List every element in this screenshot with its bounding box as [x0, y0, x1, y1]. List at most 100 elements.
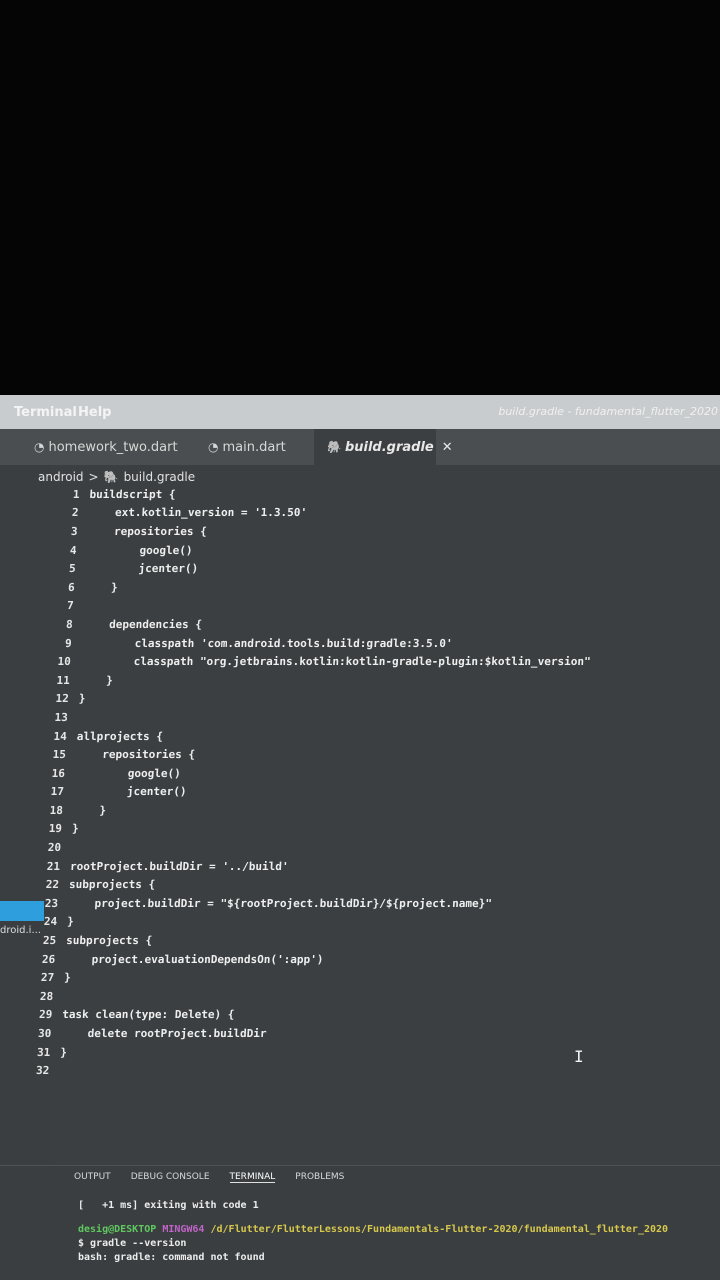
terminal-error: bash: gradle: command not found [78, 1252, 265, 1263]
code-line[interactable]: 1 buildscript { [49, 485, 720, 504]
code-text: } [84, 580, 119, 594]
line-number: 20 [47, 841, 62, 855]
code-text: } [59, 1045, 68, 1059]
window-title: build.gradle - fundamental_flutter_2020 [498, 405, 718, 418]
line-number: 10 [57, 655, 72, 669]
breadcrumb-folder[interactable]: android [38, 470, 84, 484]
code-line[interactable]: 22 subprojects { [29, 875, 700, 894]
code-text: ext.kotlin_version = '1.3.50' [88, 506, 308, 520]
bottom-panel: OUTPUT DEBUG CONSOLE TERMINAL PROBLEMS [… [0, 1165, 720, 1280]
code-line[interactable]: 28 [23, 987, 694, 1006]
code-line[interactable]: 12} [38, 690, 709, 709]
code-text: jcenter() [85, 562, 199, 576]
code-text: google() [86, 543, 193, 557]
code-line[interactable]: 29 task clean(type: Delete) { [22, 1006, 693, 1025]
line-number: 30 [37, 1027, 52, 1041]
panel-tabs: OUTPUT DEBUG CONSOLE TERMINAL PROBLEMS [74, 1172, 344, 1183]
line-number: 6 [67, 580, 75, 594]
code-text: } [79, 673, 114, 687]
code-line[interactable]: 25 subprojects { [26, 931, 697, 950]
line-number: 7 [66, 599, 75, 613]
gradle-icon: 🐘 [103, 470, 119, 484]
code-text: classpath 'com.android.tools.build:gradl… [81, 636, 453, 650]
code-line[interactable]: 21 rootProject.buildDir = '../build' [30, 857, 701, 876]
code-line[interactable]: 23 project.buildDir = "${rootProject.bui… [28, 894, 699, 913]
line-number: 31 [36, 1045, 51, 1059]
code-line[interactable]: 3 repositories { [47, 522, 718, 541]
tab-problems[interactable]: PROBLEMS [295, 1172, 344, 1183]
line-number: 25 [42, 934, 57, 948]
code-line[interactable]: 16 google() [34, 764, 705, 783]
gradle-icon: 🐘 [326, 440, 341, 454]
line-number: 19 [48, 822, 63, 836]
code-line[interactable]: 32 [19, 1061, 690, 1080]
menu-bar: Terminal Help build.gradle - fundamental… [0, 395, 720, 429]
code-line[interactable]: 9 classpath 'com.android.tools.build:gra… [41, 634, 712, 653]
breadcrumb-file[interactable]: build.gradle [124, 470, 196, 484]
code-text: repositories { [75, 748, 196, 762]
code-line[interactable]: 18 } [32, 801, 703, 820]
prompt-path: /d/Flutter/FlutterLessons/Fundamentals-F… [210, 1224, 669, 1235]
code-line[interactable]: 5 jcenter() [45, 559, 716, 578]
code-editor[interactable]: 1 buildscript {2 ext.kotlin_version = '1.… [19, 485, 720, 1085]
text-cursor-icon: I [574, 1047, 584, 1066]
line-number: 8 [65, 617, 74, 631]
code-line[interactable]: 24} [27, 913, 698, 932]
prompt-user: desig@DESKTOP [78, 1224, 157, 1235]
menu-terminal[interactable]: Terminal [14, 405, 77, 420]
line-number: 24 [43, 915, 58, 929]
tab-main-dart[interactable]: ◔ main.dart [208, 429, 308, 465]
tab-label: build.gradle [344, 439, 434, 455]
code-line[interactable]: 31} [20, 1043, 691, 1062]
code-text: delete rootProject.buildDir [60, 1027, 267, 1041]
line-number: 26 [41, 952, 56, 966]
menu-help[interactable]: Help [78, 405, 111, 420]
code-line[interactable]: 19} [31, 820, 702, 839]
tab-label: homework_two.dart [48, 439, 178, 455]
dart-icon: ◔ [208, 440, 219, 454]
tab-homework-two-dart[interactable]: ◔ homework_two.dart [34, 429, 204, 465]
code-text: subprojects { [65, 934, 153, 948]
line-number: 9 [64, 636, 73, 650]
code-text: project.buildDir = "${rootProject.buildD… [67, 896, 493, 910]
code-line[interactable]: 8 dependencies { [42, 615, 713, 634]
code-line[interactable]: 30 delete rootProject.buildDir [21, 1024, 692, 1043]
code-line[interactable]: 13 [37, 708, 708, 727]
code-line[interactable]: 4 google() [46, 541, 717, 560]
tab-debug-console[interactable]: DEBUG CONSOLE [131, 1172, 210, 1183]
code-text: allprojects { [76, 729, 164, 743]
line-number: 13 [54, 710, 69, 724]
code-text: task clean(type: Delete) { [61, 1008, 235, 1022]
tab-build-gradle[interactable]: 🐘 build.gradle ✕ [314, 429, 453, 465]
code-line[interactable]: 14 allprojects { [36, 727, 707, 746]
code-line[interactable]: 27} [24, 968, 695, 987]
line-number: 3 [70, 524, 78, 538]
code-line[interactable]: 2 ext.kotlin_version = '1.3.50' [48, 504, 719, 523]
code-text: } [72, 803, 107, 817]
close-icon[interactable]: ✕ [442, 440, 453, 455]
line-number: 2 [71, 506, 79, 520]
terminal-output[interactable]: [ +1 ms] exiting with code 1 desig@DESKT… [78, 1200, 668, 1266]
line-number: 14 [53, 729, 68, 743]
tab-terminal[interactable]: TERMINAL [229, 1172, 276, 1183]
code-line[interactable]: 17 jcenter() [33, 783, 704, 802]
tab-output[interactable]: OUTPUT [74, 1172, 111, 1183]
code-line[interactable]: 6 } [44, 578, 715, 597]
line-number: 18 [49, 803, 64, 817]
code-line[interactable]: 7 [43, 597, 714, 616]
dart-icon: ◔ [34, 440, 45, 454]
code-line[interactable]: 10 classpath "org.jetbrains.kotlin:kotli… [40, 652, 711, 671]
code-text: } [71, 822, 79, 836]
code-line[interactable]: 11 } [39, 671, 710, 690]
line-number: 4 [69, 543, 77, 557]
code-text: classpath "org.jetbrains.kotlin:kotlin-g… [80, 655, 592, 669]
code-line[interactable]: 26 project.evaluationDependsOn(':app') [25, 950, 696, 969]
line-number: 1 [72, 487, 80, 501]
code-text: jcenter() [73, 785, 187, 799]
line-number: 27 [40, 971, 55, 985]
code-line[interactable]: 20 [31, 838, 702, 857]
line-number: 23 [44, 896, 59, 910]
code-line[interactable]: 15 repositories { [35, 745, 706, 764]
code-text: } [63, 971, 72, 985]
line-number: 32 [35, 1064, 50, 1078]
